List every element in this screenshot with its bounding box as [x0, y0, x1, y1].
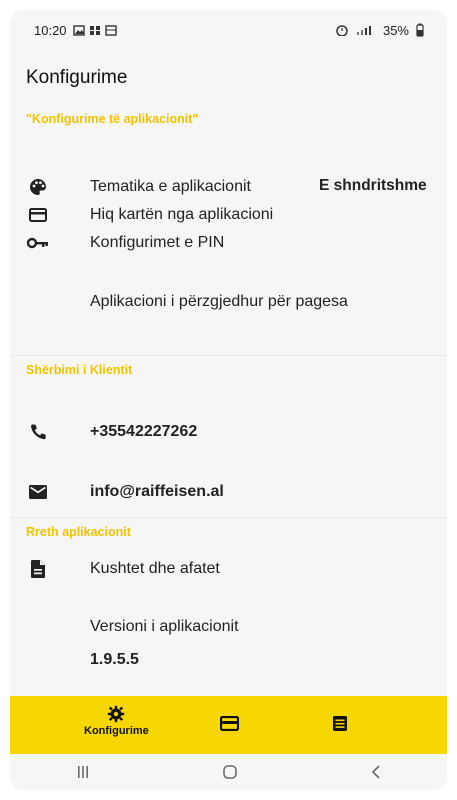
payment-app-label[interactable]: Aplikacioni i përzgjedhur për pagesa: [90, 291, 360, 313]
version-value: 1.9.5.5: [90, 651, 139, 668]
nav-list[interactable]: [332, 715, 348, 732]
key-icon: [26, 231, 50, 255]
signal-icon: [356, 26, 371, 35]
theme-row[interactable]: Tematika e aplikacionit: [26, 175, 251, 199]
version-label: Versioni i aplikacionit: [90, 618, 239, 635]
bottom-navigation: Konfigurime: [10, 696, 447, 754]
theme-value: E shndritshme: [319, 177, 427, 194]
back-icon[interactable]: [371, 764, 381, 780]
section-customer-service: Shërbimi i Klientit: [26, 363, 133, 377]
alarm-icon: [336, 25, 348, 36]
notification-icons: [72, 24, 117, 36]
section-about: Rreth aplikacionit: [26, 525, 131, 539]
recent-apps-icon[interactable]: [76, 765, 90, 779]
system-navigation: [10, 754, 447, 790]
divider: [10, 517, 447, 518]
phone-frame: 10:20 35% Konfigurime "Konfigurime të ap…: [0, 0, 457, 800]
app-screen: 10:20 35% Konfigurime "Konfigurime të ap…: [10, 10, 447, 790]
mail-icon: [26, 480, 50, 504]
list-nav-icon: [333, 716, 347, 731]
page-title: Konfigurime: [26, 67, 128, 88]
grid-icon: [104, 24, 117, 36]
phone-row[interactable]: +35542227262: [26, 420, 197, 444]
divider: [10, 355, 447, 356]
theme-label: Tematika e aplikacionit: [90, 178, 251, 195]
status-left: 10:20: [34, 23, 117, 38]
status-bar: 10:20 35%: [10, 10, 447, 50]
gallery-icon: [72, 24, 85, 36]
terms-label: Kushtet dhe afatet: [90, 560, 220, 577]
grid-icon: [89, 25, 100, 35]
email-row[interactable]: info@raiffeisen.al: [26, 480, 224, 504]
gear-icon: [108, 705, 125, 723]
terms-row[interactable]: Kushtet dhe afatet: [26, 557, 220, 581]
card-nav-icon: [220, 716, 239, 731]
phone-icon: [26, 420, 50, 444]
pin-settings-label: Konfigurimet e PIN: [90, 234, 225, 251]
home-icon[interactable]: [222, 764, 238, 780]
remove-card-row[interactable]: Hiq kartën nga aplikacioni: [26, 203, 273, 227]
email-address[interactable]: info@raiffeisen.al: [90, 483, 224, 501]
nav-settings[interactable]: Konfigurime: [84, 705, 149, 737]
card-icon: [26, 203, 50, 227]
nav-settings-label: Konfigurime: [84, 725, 149, 737]
battery-text: 35%: [382, 22, 409, 38]
document-icon: [26, 557, 50, 581]
section-app-settings: "Konfigurime të aplikacionit": [26, 112, 199, 126]
remove-card-label: Hiq kartën nga aplikacioni: [90, 206, 274, 223]
nav-card[interactable]: [220, 716, 239, 731]
phone-number[interactable]: +35542227262: [90, 423, 197, 441]
pin-settings-row[interactable]: Konfigurimet e PIN: [26, 231, 224, 255]
status-time: 10:20: [34, 22, 67, 38]
battery-icon: [416, 23, 424, 37]
palette-icon: [26, 175, 50, 199]
status-right: 35%: [335, 23, 425, 38]
